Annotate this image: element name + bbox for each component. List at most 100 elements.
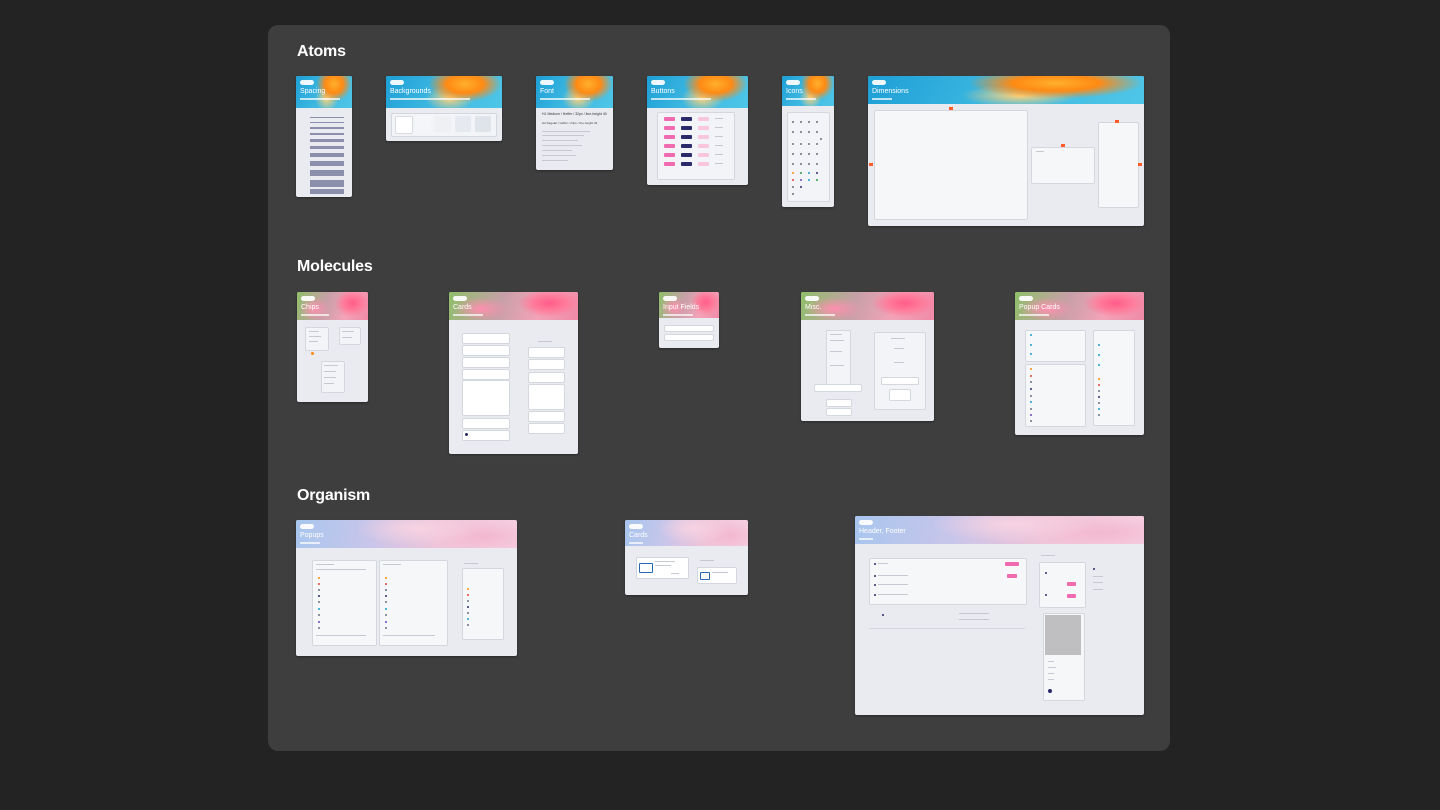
frame-spacing[interactable]: Spacing [296,76,352,197]
spacing-swatch [310,161,344,166]
spacing-swatch [310,170,344,176]
footer-divider [869,628,1025,629]
frame-badge [629,524,643,529]
frame-dimensions[interactable]: Dimensions [868,76,1144,226]
spacing-swatch [310,189,344,194]
dimension-marker [949,107,953,110]
button-sample-light [698,126,709,130]
chip-dot [311,352,314,355]
icon-sample-colored [808,179,810,181]
card-illustration [700,572,710,580]
frame-badge [300,524,314,529]
frame-popup-cards[interactable]: Popup Cards [1015,292,1144,435]
frame-badge [663,296,677,301]
logo-icon [874,563,876,565]
frame-header-footer[interactable]: Header, Footer [855,516,1144,715]
frame-backgrounds[interactable]: Backgrounds [386,76,502,141]
dimension-preview-medium [1031,147,1095,184]
frame-title: Buttons [651,88,675,95]
font-sample-line [542,131,590,132]
spacing-swatch [310,139,344,142]
dimension-preview-small [1098,122,1139,208]
chip-sample [342,331,354,332]
frame-title: Input Fields [663,304,700,311]
frame-badge [300,80,314,85]
card-sample [462,430,510,441]
chip-sample [342,337,352,338]
button-sample-text [715,163,723,164]
button-sample-primary [664,153,675,157]
frame-organism-cards[interactable]: Cards [625,520,748,595]
frame-cards[interactable]: Cards [449,292,578,454]
list-icon [467,600,469,602]
button-sample-text [715,118,723,119]
list-icon [1030,388,1032,390]
font-sample-line [542,135,584,136]
icon-sample-colored [808,172,810,174]
frame-banner: Spacing [296,76,352,108]
popup-caption [464,563,478,564]
card-sample [462,357,510,368]
section-title-organism: Organism [297,487,371,504]
frame-title: Header, Footer [859,528,906,535]
frame-banner: Header, Footer [855,516,1144,544]
font-sample-line [542,145,582,146]
chip-sample [324,377,336,378]
frame-icons[interactable]: Icons [782,76,834,207]
frame-title: Font [540,88,555,95]
card-sample [462,333,510,344]
header-cta-sample [1007,574,1017,578]
icon-sample [792,193,794,195]
icon-sample-colored [800,186,802,188]
logo-icon [874,594,876,596]
list-icon [318,627,320,629]
frame-font[interactable]: Font H1 Medium / Heffer / 32px / line-he… [536,76,613,170]
button-sample-dark [681,135,692,139]
icon-sample [792,143,794,145]
button-sample-primary [664,135,675,139]
button-sample-light [698,144,709,148]
footer-links [1093,576,1103,577]
frame-subtitle-line [540,98,590,100]
header-caption [1041,555,1055,556]
list-icon [1030,401,1032,403]
frame-misc[interactable]: Misc. [801,292,934,421]
button-sample-dark [681,153,692,157]
button-sample-dark [681,126,692,130]
misc-sample [894,348,904,349]
footer-links [1093,582,1103,583]
list-icon [318,595,320,597]
frame-chips[interactable]: Chips [297,292,368,402]
frame-banner: Popups [296,520,517,548]
list-icon [1098,354,1100,356]
input-field-sample [664,325,714,332]
frame-input-fields[interactable]: Input Fields [659,292,719,348]
button-sample-primary [664,117,675,121]
frame-popups[interactable]: Popups [296,520,517,656]
header-nav-text [878,594,908,595]
icon-sample [792,131,794,133]
frame-badge [390,80,404,85]
frame-buttons[interactable]: Buttons [647,76,748,185]
list-icon [1098,344,1100,346]
footer-links [1093,589,1103,590]
icon-sample-colored [816,179,818,181]
list-icon [467,612,469,614]
icon-sample [792,153,794,155]
icon-sample [800,131,802,133]
icon-sample [808,143,810,145]
background-swatch [415,116,431,132]
frame-subtitle-line [1019,314,1049,316]
card-text [671,573,679,574]
list-icon [385,589,387,591]
misc-input [826,408,852,416]
frame-badge [301,296,315,301]
frame-title: Spacing [300,88,326,95]
frame-subtitle-line [786,98,816,100]
frame-subtitle-line [629,542,643,544]
button-sample-primary [664,162,675,166]
button-sample-light [698,162,709,166]
dimension-marker [1138,163,1142,166]
button-sample-dark [681,162,692,166]
dimension-marker [869,163,873,166]
